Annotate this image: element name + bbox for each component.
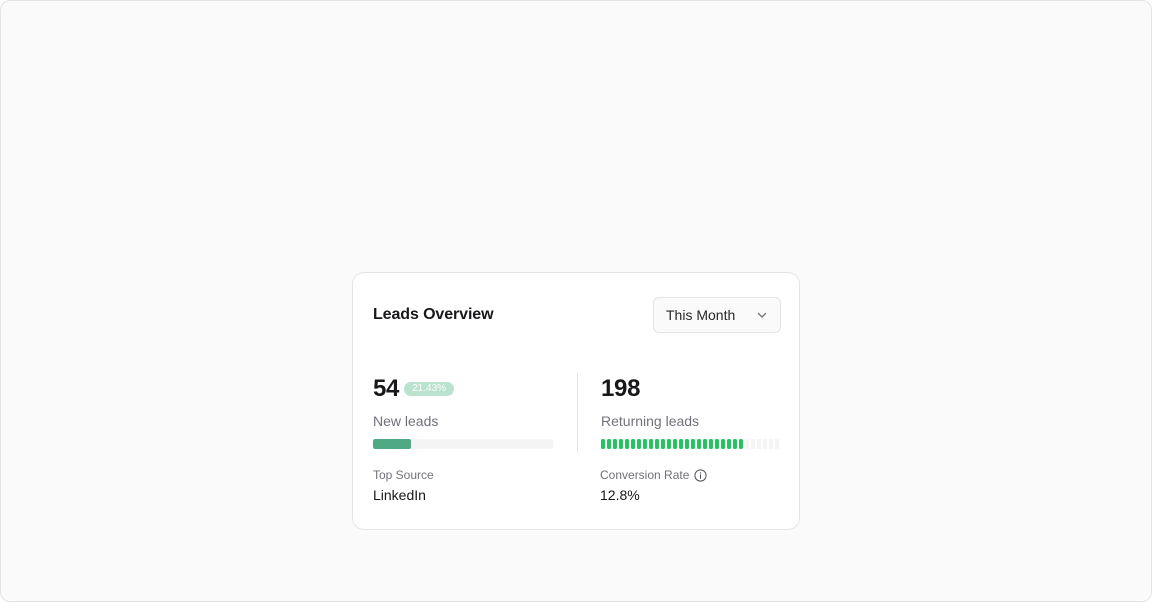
conversion-rate-label: Conversion Rate	[600, 468, 690, 482]
segment-filled	[673, 439, 677, 449]
new-leads-progress-bar	[373, 439, 553, 449]
page-frame: Leads Overview This Month 54 21.43% New …	[0, 0, 1152, 602]
new-leads-label: New leads	[373, 413, 439, 429]
segment-filled	[661, 439, 665, 449]
segment-empty	[763, 439, 767, 449]
segment-empty	[775, 439, 779, 449]
segment-filled	[601, 439, 605, 449]
new-leads-value: 54	[373, 375, 400, 402]
returning-leads-segment-bar	[601, 439, 781, 449]
new-leads-progress-fill	[373, 439, 411, 449]
top-source-value: LinkedIn	[373, 487, 426, 503]
segment-filled	[619, 439, 623, 449]
period-select[interactable]: This Month	[653, 297, 781, 333]
segment-empty	[757, 439, 761, 449]
segment-bar-svg	[601, 439, 779, 449]
conversion-rate-label-row: Conversion Rate	[600, 467, 707, 483]
segment-filled	[637, 439, 641, 449]
segment-filled	[631, 439, 635, 449]
segment-empty	[745, 439, 749, 449]
segment-filled	[655, 439, 659, 449]
column-divider	[577, 373, 578, 453]
returning-leads-value: 198	[601, 375, 641, 402]
segment-filled	[685, 439, 689, 449]
segment-filled	[703, 439, 707, 449]
segment-filled	[721, 439, 725, 449]
segment-filled	[607, 439, 611, 449]
chevron-down-icon	[756, 309, 768, 321]
segment-filled	[613, 439, 617, 449]
returning-leads-label: Returning leads	[601, 413, 700, 429]
segment-filled	[727, 439, 731, 449]
segment-filled	[649, 439, 653, 449]
segment-filled	[643, 439, 647, 449]
period-select-value: This Month	[666, 307, 736, 323]
segment-filled	[697, 439, 701, 449]
info-icon[interactable]	[694, 468, 707, 482]
segment-empty	[769, 439, 773, 449]
change-badge: 21.43%	[404, 382, 455, 396]
conversion-rate-value: 12.8%	[600, 487, 640, 503]
segment-filled	[739, 439, 743, 449]
leads-overview-card: Leads Overview This Month 54 21.43% New …	[352, 272, 800, 530]
top-source-label: Top Source	[373, 468, 434, 482]
segment-filled	[691, 439, 695, 449]
segment-filled	[667, 439, 671, 449]
segment-empty	[751, 439, 755, 449]
new-leads-section: 54 21.43% New leads	[373, 373, 553, 449]
card-title: Leads Overview	[373, 306, 494, 323]
segment-filled	[679, 439, 683, 449]
returning-leads-section: 198 Returning leads	[601, 373, 781, 449]
segment-filled	[715, 439, 719, 449]
segment-filled	[625, 439, 629, 449]
segment-filled	[709, 439, 713, 449]
conversion-rate-section: Conversion Rate 12.8%	[600, 467, 707, 503]
segment-filled	[733, 439, 737, 449]
top-source-section: Top Source LinkedIn	[373, 467, 434, 503]
